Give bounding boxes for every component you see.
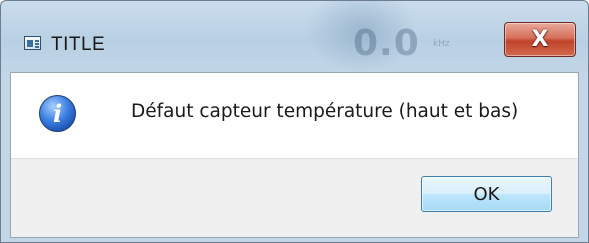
dialog-client-area: i Défaut capteur température (haut et ba… (10, 72, 579, 238)
window-title: TITLE (51, 34, 106, 55)
information-icon: i (39, 95, 76, 132)
message-box-window: 0.0 kHz TITLE X i Défaut capteur tempéra… (0, 0, 589, 243)
application-icon[interactable] (24, 36, 41, 50)
title-bar[interactable]: TITLE X (1, 1, 588, 73)
message-text: Défaut capteur température (haut et bas) (131, 101, 519, 122)
ok-button[interactable]: OK (421, 176, 552, 212)
close-icon: X (531, 26, 549, 52)
message-area: i Défaut capteur température (haut et ba… (11, 73, 578, 158)
information-glyph: i (52, 99, 63, 128)
button-bar: OK (11, 158, 578, 237)
close-button[interactable]: X (504, 22, 576, 57)
